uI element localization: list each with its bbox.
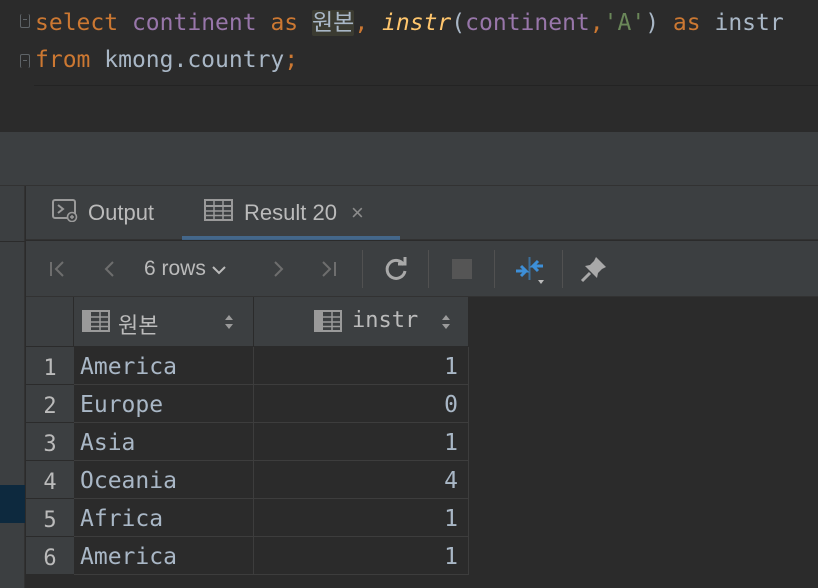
results-tab-bar: Output Result 20 ×: [26, 186, 818, 240]
paren-open: (: [451, 10, 466, 36]
strip-separator: [0, 241, 25, 242]
close-icon[interactable]: ×: [351, 200, 364, 226]
table-row[interactable]: 1 America 1: [26, 347, 469, 385]
tab-result-label: Result 20: [244, 200, 337, 225]
code-line-1[interactable]: select continent as 원본, instr(continent,…: [35, 8, 784, 38]
pin-icon[interactable]: [578, 241, 610, 297]
strip-selection-marker: [0, 485, 25, 523]
table-row[interactable]: 6 America 1: [26, 537, 469, 575]
column-icon: [82, 309, 110, 337]
comma: ,: [354, 10, 369, 36]
column-header-원본[interactable]: 원본: [74, 297, 254, 347]
function-instr: instr: [382, 10, 452, 36]
last-page-icon[interactable]: [314, 241, 342, 297]
chevron-down-icon: [212, 260, 226, 279]
alias-instr: instr: [714, 10, 784, 36]
panel-divider: [0, 132, 818, 186]
row-number[interactable]: 1: [26, 347, 74, 385]
next-page-icon[interactable]: [264, 241, 292, 297]
prev-page-icon[interactable]: [96, 241, 124, 297]
rows-count-dropdown[interactable]: 6 rows: [144, 241, 244, 297]
tab-result-20[interactable]: Result 20 ×: [204, 186, 364, 240]
string-literal: 'A': [603, 10, 646, 36]
sort-icon[interactable]: [441, 312, 451, 332]
row-number[interactable]: 2: [26, 385, 74, 423]
keyword-from: from: [35, 47, 91, 73]
cell-instr[interactable]: 1: [254, 347, 469, 385]
cell-instr[interactable]: 1: [254, 537, 469, 575]
table-row[interactable]: 3 Asia 1: [26, 423, 469, 461]
row-number[interactable]: 5: [26, 499, 74, 537]
rows-count-label: 6 rows: [144, 257, 206, 280]
toolbar-separator: [562, 250, 563, 288]
cell-instr[interactable]: 1: [254, 499, 469, 537]
stop-icon[interactable]: [446, 241, 478, 297]
column-header-label: instr: [352, 308, 419, 333]
paren-close: ): [645, 10, 660, 36]
toolbar-separator: [428, 250, 429, 288]
table-name: kmong.country: [104, 47, 285, 73]
column-header-label: 원본: [118, 314, 159, 339]
result-grid: 원본 instr 1 America 1 2 Europe 0 3 Asia 1…: [26, 297, 818, 588]
tab-output[interactable]: Output: [52, 186, 154, 240]
tool-window-strip: [0, 186, 25, 588]
cell-instr[interactable]: 1: [254, 423, 469, 461]
cell-원본[interactable]: America: [74, 347, 254, 385]
row-number[interactable]: 6: [26, 537, 74, 575]
code-line-2[interactable]: from kmong.country;: [35, 45, 298, 75]
cell-instr[interactable]: 0: [254, 385, 469, 423]
row-number[interactable]: 3: [26, 423, 74, 461]
active-tab-indicator: [182, 236, 400, 240]
refresh-icon[interactable]: [380, 241, 412, 297]
table-icon: [204, 198, 234, 228]
tab-output-label: Output: [88, 200, 155, 225]
cell-원본[interactable]: Asia: [74, 423, 254, 461]
fold-marker-icon[interactable]: [20, 54, 30, 68]
cell-원본[interactable]: Oceania: [74, 461, 254, 499]
alias-highlighted: 원본: [312, 10, 355, 36]
column-icon: [314, 309, 342, 337]
cell-원본[interactable]: Africa: [74, 499, 254, 537]
semicolon: ;: [284, 47, 299, 73]
row-number[interactable]: 4: [26, 461, 74, 499]
cell-instr[interactable]: 4: [254, 461, 469, 499]
editor-empty-area: [0, 86, 818, 132]
sort-icon[interactable]: [224, 312, 234, 332]
grid-corner[interactable]: [26, 297, 74, 347]
toolbar-separator: [494, 250, 495, 288]
console-icon: [52, 198, 78, 228]
cell-원본[interactable]: Europe: [74, 385, 254, 423]
toolbar-separator: [362, 250, 363, 288]
table-row[interactable]: 5 Africa 1: [26, 499, 469, 537]
keyword-as: as: [672, 10, 701, 36]
function-arg-column: continent: [465, 10, 590, 36]
sql-editor[interactable]: select continent as 원본, instr(continent,…: [0, 0, 818, 86]
results-toolbar: 6 rows: [26, 241, 818, 297]
keyword-as: as: [270, 10, 299, 36]
column-ref: continent: [131, 10, 257, 36]
fold-marker-icon[interactable]: [20, 14, 30, 28]
arg-comma: ,: [589, 10, 604, 36]
table-row[interactable]: 2 Europe 0: [26, 385, 469, 423]
table-row[interactable]: 4 Oceania 4: [26, 461, 469, 499]
cell-원본[interactable]: America: [74, 537, 254, 575]
compare-icon[interactable]: [510, 241, 550, 297]
first-page-icon[interactable]: [44, 241, 72, 297]
keyword-select: select: [35, 10, 119, 36]
column-header-instr[interactable]: instr: [254, 297, 469, 347]
editor-gutter: [0, 0, 34, 86]
